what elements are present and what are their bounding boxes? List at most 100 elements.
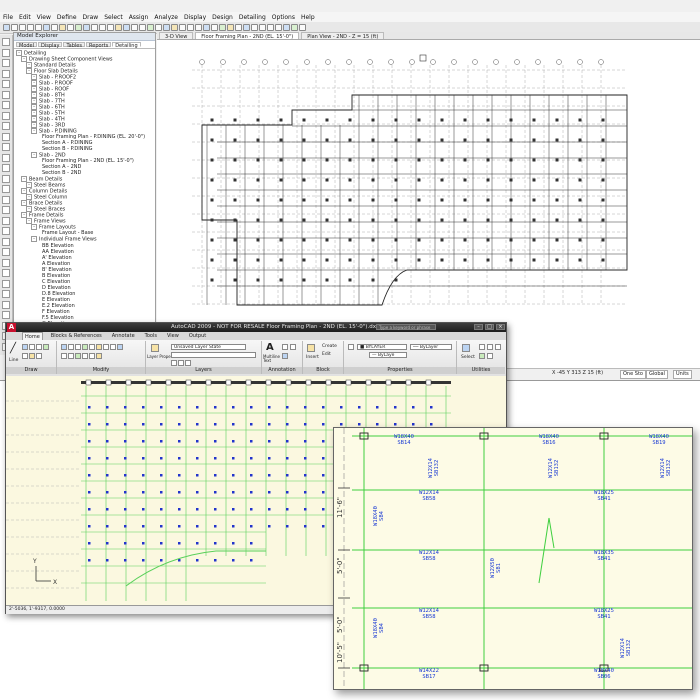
layer-dropdown[interactable] (171, 352, 256, 358)
copy-icon[interactable] (82, 344, 88, 350)
tree-toggle-icon[interactable] (36, 255, 40, 259)
match-properties-icon[interactable] (348, 344, 354, 350)
assign-load-icon[interactable] (211, 24, 218, 31)
select-icon[interactable] (462, 344, 470, 352)
tree-toggle-icon[interactable] (36, 249, 40, 253)
side-tool-5-icon[interactable] (2, 80, 10, 88)
pan-icon[interactable] (51, 24, 58, 31)
layer-isolate-icon[interactable] (171, 360, 177, 366)
tab-annotate[interactable]: Annotate (110, 332, 137, 340)
tab-blocks-references[interactable]: Blocks & References (49, 332, 104, 340)
menu-draw[interactable]: Draw (83, 14, 99, 21)
tree-toggle-icon[interactable] (36, 261, 40, 265)
story-select[interactable]: One Sto (620, 370, 646, 379)
refresh-icon[interactable] (43, 24, 50, 31)
table-icon[interactable] (282, 353, 288, 359)
set-display-icon[interactable] (147, 24, 154, 31)
tree-toggle-icon[interactable] (36, 267, 40, 271)
maximize-icon[interactable]: □ (485, 324, 494, 330)
draw-point-icon[interactable] (195, 24, 202, 31)
create-block-button[interactable]: Create (322, 344, 337, 349)
show-tables-icon[interactable] (291, 24, 298, 31)
tab-output[interactable]: Output (187, 332, 208, 340)
run-analysis-icon[interactable] (219, 24, 226, 31)
menu-define[interactable]: Define (57, 14, 77, 21)
measure-icon[interactable] (479, 344, 485, 350)
side-tool-26-icon[interactable] (2, 300, 10, 309)
detailing-icon[interactable] (299, 24, 306, 31)
tab-floor-framing-plan[interactable]: Floor Framing Plan - 2ND (EL. 15'-0") (195, 32, 300, 40)
array-icon[interactable] (117, 344, 123, 350)
zoomed-detail-view[interactable]: 11'-6" 5'-0" 5'-0" 10'-5" W18X40 SB14 W18X40 SB… (333, 427, 693, 690)
side-tool-17-icon[interactable] (2, 206, 10, 214)
assign-section-icon[interactable] (203, 24, 210, 31)
quick-calc-icon[interactable] (487, 344, 493, 350)
dimension-icon[interactable] (282, 344, 288, 350)
open-icon[interactable] (11, 24, 18, 31)
stretch-icon[interactable] (103, 344, 109, 350)
trim-icon[interactable] (75, 344, 81, 350)
tree-toggle-icon[interactable] (36, 291, 40, 295)
multiline-text-icon[interactable]: A (266, 342, 274, 353)
view-plan-icon[interactable] (107, 24, 114, 31)
side-tool-4-icon[interactable] (2, 69, 10, 78)
move-icon[interactable] (61, 344, 67, 350)
rectangle-icon[interactable] (43, 344, 49, 350)
insert-block-label[interactable]: Insert (306, 355, 319, 360)
show-grid-icon[interactable] (155, 24, 162, 31)
id-point-icon[interactable] (495, 344, 501, 350)
steel-design-icon[interactable] (243, 24, 250, 31)
show-axes-icon[interactable] (163, 24, 170, 31)
zoom-window-icon[interactable] (75, 24, 82, 31)
tree-toggle-icon[interactable] (36, 171, 40, 175)
menu-file[interactable]: File (3, 14, 13, 21)
menu-display[interactable]: Display (184, 14, 206, 21)
side-tool-23-icon[interactable] (2, 269, 10, 277)
rotate-3d-icon[interactable] (99, 24, 106, 31)
tab-3d-view[interactable]: 3-D View (159, 32, 194, 40)
zoom-out-icon[interactable] (67, 24, 74, 31)
menu-edit[interactable]: Edit (19, 14, 31, 21)
side-tool-8-icon[interactable] (2, 111, 10, 120)
zoom-all-icon[interactable] (91, 24, 98, 31)
side-tool-22-icon[interactable] (2, 258, 10, 267)
side-tool-27-icon[interactable] (2, 311, 10, 319)
side-tool-2-icon[interactable] (2, 48, 10, 57)
side-tool-6-icon[interactable] (2, 90, 10, 99)
ellipse-icon[interactable] (36, 353, 42, 359)
tree-toggle-icon[interactable] (36, 303, 40, 307)
offset-icon[interactable] (75, 353, 81, 359)
join-icon[interactable] (96, 353, 102, 359)
pan-icon[interactable] (487, 353, 493, 359)
tab-home[interactable]: Home (22, 332, 43, 340)
hatch-icon[interactable] (22, 353, 28, 359)
scale-icon[interactable] (110, 344, 116, 350)
tree-toggle-icon[interactable] (36, 297, 40, 301)
tab-display[interactable]: Display (38, 42, 63, 49)
menu-detailing[interactable]: Detailing (239, 14, 266, 21)
tab-detailing[interactable]: Detailing (112, 42, 141, 49)
side-tool-14-icon[interactable] (2, 174, 10, 183)
circle-icon[interactable] (29, 344, 35, 350)
line-button-label[interactable]: Line (9, 358, 18, 363)
tree-toggle-icon[interactable] (36, 285, 40, 289)
menu-options[interactable]: Options (272, 14, 295, 21)
autocad-logo-icon[interactable]: A (7, 323, 16, 332)
side-tool-16-icon[interactable] (2, 195, 10, 204)
side-tool-18-icon[interactable] (2, 216, 10, 225)
tab-plan-view[interactable]: Plan View - 2ND - Z = 15 (ft) (301, 32, 385, 40)
show-deformed-icon[interactable] (275, 24, 282, 31)
side-tool-12-icon[interactable] (2, 153, 10, 162)
erase-icon[interactable] (61, 353, 67, 359)
side-tool-3-icon[interactable] (2, 59, 10, 67)
tree-toggle-icon[interactable] (36, 135, 40, 139)
minimize-icon[interactable]: – (474, 324, 483, 330)
tree-toggle-icon[interactable] (36, 231, 40, 235)
tree-toggle-icon[interactable] (36, 243, 40, 247)
tree-toggle-icon[interactable] (36, 165, 40, 169)
polyline-icon[interactable] (22, 344, 28, 350)
composite-design-icon[interactable] (259, 24, 266, 31)
linetype-dropdown[interactable]: ── ByLayer (410, 344, 452, 350)
menu-assign[interactable]: Assign (129, 14, 149, 21)
tree-toggle-icon[interactable] (36, 273, 40, 277)
